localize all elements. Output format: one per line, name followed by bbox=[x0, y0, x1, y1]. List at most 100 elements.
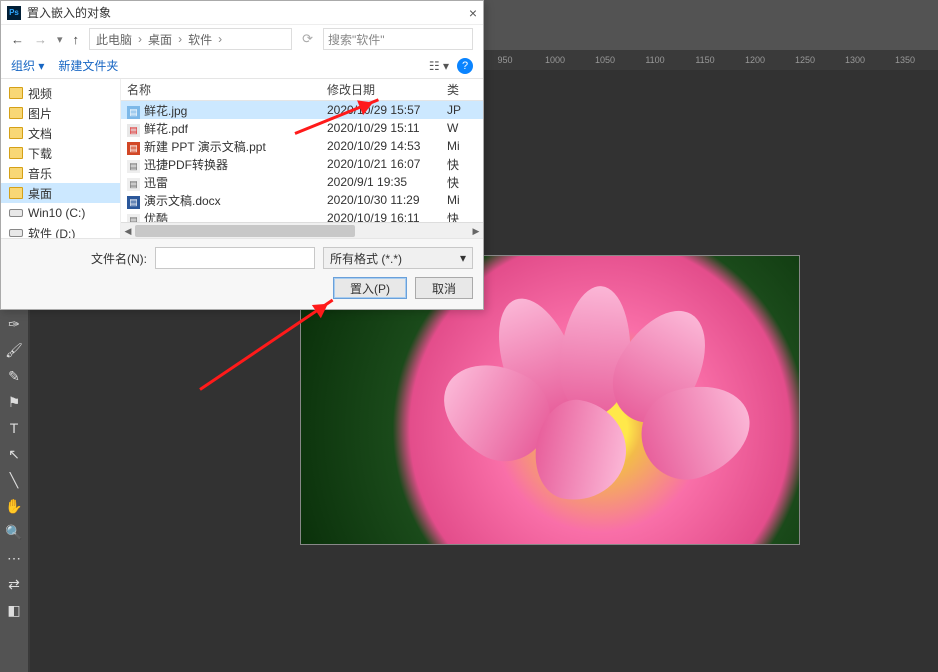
help-icon[interactable]: ? bbox=[457, 58, 473, 74]
color-swatch-icon[interactable]: ◧ bbox=[4, 600, 24, 620]
nav-up-icon[interactable]: ↑ bbox=[73, 32, 80, 47]
breadcrumb-item[interactable]: 此电脑 bbox=[96, 31, 132, 48]
file-type: 快 bbox=[441, 210, 483, 223]
horizontal-scrollbar[interactable]: ◀ ▶ bbox=[121, 222, 483, 238]
file-row[interactable]: ▤新建 PPT 演示文稿.ppt2020/10/29 14:53Mi bbox=[121, 137, 483, 155]
chevron-down-icon[interactable]: ▾ bbox=[57, 33, 63, 46]
ruler-tick: 1150 bbox=[680, 55, 730, 65]
hand-tool-icon[interactable]: ✋ bbox=[4, 496, 24, 516]
ruler-tick: 1000 bbox=[530, 55, 580, 65]
tree-item-label: Win10 (C:) bbox=[28, 206, 85, 220]
nav-back-icon[interactable]: ← bbox=[11, 32, 24, 47]
tree-item-label: 桌面 bbox=[28, 185, 52, 202]
file-type-filter[interactable]: 所有格式 (*.*) ▾ bbox=[323, 247, 473, 269]
tree-item[interactable]: 软件 (D:) bbox=[1, 223, 120, 238]
file-name: 迅雷 bbox=[144, 176, 168, 190]
tree-item[interactable]: Win10 (C:) bbox=[1, 203, 120, 223]
nav-forward-icon[interactable]: → bbox=[34, 32, 47, 47]
tree-item[interactable]: 图片 bbox=[1, 103, 120, 123]
folder-icon bbox=[9, 167, 23, 179]
cancel-button[interactable]: 取消 bbox=[415, 277, 473, 299]
filter-label: 所有格式 (*.*) bbox=[330, 250, 402, 267]
stamp-tool-icon[interactable]: ⚑ bbox=[4, 392, 24, 412]
file-list: 名称 修改日期 类 ▤鲜花.jpg2020/10/29 15:57JP ▤ 鲜花.p… bbox=[121, 79, 483, 238]
drive-icon bbox=[9, 229, 23, 237]
file-type: Mi bbox=[441, 139, 483, 153]
tree-item[interactable]: 下载 bbox=[1, 143, 120, 163]
file-name: 鲜花.pdf bbox=[144, 122, 188, 136]
ruler-tick: 1200 bbox=[730, 55, 780, 65]
file-name: 演示文稿.docx bbox=[144, 194, 221, 208]
tree-item-label: 文档 bbox=[28, 125, 52, 142]
tree-item-label: 音乐 bbox=[28, 165, 52, 182]
breadcrumb-sep-icon: › bbox=[138, 32, 142, 46]
scroll-left-icon[interactable]: ◀ bbox=[121, 223, 135, 239]
file-type-icon: ▤ bbox=[127, 124, 140, 137]
refresh-icon[interactable]: ⟳ bbox=[302, 31, 313, 47]
brush-tool-icon[interactable]: 🖌 bbox=[4, 340, 24, 360]
file-row[interactable]: ▤迅雷2020/9/1 19:35快 bbox=[121, 173, 483, 191]
column-date[interactable]: 修改日期 bbox=[321, 81, 441, 98]
tree-item[interactable]: 音乐 bbox=[1, 163, 120, 183]
scroll-right-icon[interactable]: ▶ bbox=[469, 223, 483, 239]
dialog-navbar: ← → ▾ ↑ 此电脑›桌面›软件› ⟳ 搜索"软件" bbox=[1, 25, 483, 53]
file-date: 2020/10/19 16:11 bbox=[321, 211, 441, 222]
file-list-header[interactable]: 名称 修改日期 类 bbox=[121, 79, 483, 101]
dialog-body: 视频图片文档下载音乐桌面Win10 (C:)软件 (D:)Win7 (E:) 名… bbox=[1, 79, 483, 238]
folder-tree: 视频图片文档下载音乐桌面Win10 (C:)软件 (D:)Win7 (E:) bbox=[1, 79, 121, 238]
column-name[interactable]: 名称 bbox=[121, 81, 321, 98]
ruler-tick: 1050 bbox=[580, 55, 630, 65]
eyedropper-tool-icon[interactable]: ✑ bbox=[4, 314, 24, 334]
ruler-tick: 950 bbox=[480, 55, 530, 65]
search-input[interactable]: 搜索"软件" bbox=[323, 28, 473, 50]
dialog-titlebar: Ps 置入嵌入的对象 × bbox=[1, 1, 483, 25]
organize-menu[interactable]: 组织 ▾ bbox=[11, 57, 44, 74]
file-row[interactable]: ▤优酷2020/10/19 16:11快 bbox=[121, 209, 483, 222]
ruler-tick: 1300 bbox=[830, 55, 880, 65]
ruler-tick: 1400 bbox=[930, 55, 938, 65]
file-date: 2020/10/29 14:53 bbox=[321, 139, 441, 153]
tree-item[interactable]: 文档 bbox=[1, 123, 120, 143]
scroll-thumb[interactable] bbox=[135, 225, 355, 237]
filename-input[interactable] bbox=[155, 247, 315, 269]
view-mode-icon[interactable]: ☷ ▾ bbox=[429, 59, 449, 73]
file-name: 迅捷PDF转换器 bbox=[144, 158, 228, 172]
file-date: 2020/10/30 11:29 bbox=[321, 193, 441, 207]
folder-icon bbox=[9, 187, 23, 199]
breadcrumb-item[interactable]: 桌面 bbox=[148, 31, 172, 48]
type-tool-icon[interactable]: T bbox=[4, 418, 24, 438]
dialog-toolbar: 组织 ▾ 新建文件夹 ☷ ▾ ? bbox=[1, 53, 483, 79]
more-icon[interactable]: ⋯ bbox=[4, 548, 24, 568]
photoshop-app-icon: Ps bbox=[7, 6, 21, 20]
pencil-tool-icon[interactable]: ✎ bbox=[4, 366, 24, 386]
close-icon[interactable]: × bbox=[469, 5, 477, 21]
breadcrumb-sep-icon: › bbox=[218, 32, 222, 46]
file-type: JP bbox=[441, 103, 483, 117]
breadcrumb-item[interactable]: 软件 bbox=[188, 31, 212, 48]
place-button[interactable]: 置入(P) bbox=[333, 277, 407, 299]
dialog-title: 置入嵌入的对象 bbox=[27, 4, 111, 21]
swap-colors-icon[interactable]: ⇄ bbox=[4, 574, 24, 594]
file-date: 2020/9/1 19:35 bbox=[321, 175, 441, 189]
file-type: W bbox=[441, 121, 483, 135]
tree-item-label: 软件 (D:) bbox=[28, 225, 75, 239]
tree-item[interactable]: 视频 bbox=[1, 83, 120, 103]
zoom-tool-icon[interactable]: 🔍 bbox=[4, 522, 24, 542]
new-folder-button[interactable]: 新建文件夹 bbox=[58, 57, 118, 74]
tree-item[interactable]: 桌面 bbox=[1, 183, 120, 203]
tree-item-label: 图片 bbox=[28, 105, 52, 122]
column-type[interactable]: 类 bbox=[441, 81, 483, 98]
line-tool-icon[interactable]: ╲ bbox=[4, 470, 24, 490]
breadcrumb[interactable]: 此电脑›桌面›软件› bbox=[89, 28, 292, 50]
folder-icon bbox=[9, 147, 23, 159]
file-type: Mi bbox=[441, 193, 483, 207]
ruler-tick: 1250 bbox=[780, 55, 830, 65]
file-row[interactable]: ▤鲜花.jpg2020/10/29 15:57JP bbox=[121, 101, 483, 119]
file-name: 鲜花.jpg bbox=[144, 104, 187, 118]
file-type: 快 bbox=[441, 174, 483, 191]
file-row[interactable]: ▤迅捷PDF转换器2020/10/21 16:07快 bbox=[121, 155, 483, 173]
file-row[interactable]: ▤演示文稿.docx2020/10/30 11:29Mi bbox=[121, 191, 483, 209]
folder-icon bbox=[9, 87, 23, 99]
path-tool-icon[interactable]: ↖ bbox=[4, 444, 24, 464]
file-name: 优酷 bbox=[144, 212, 168, 223]
